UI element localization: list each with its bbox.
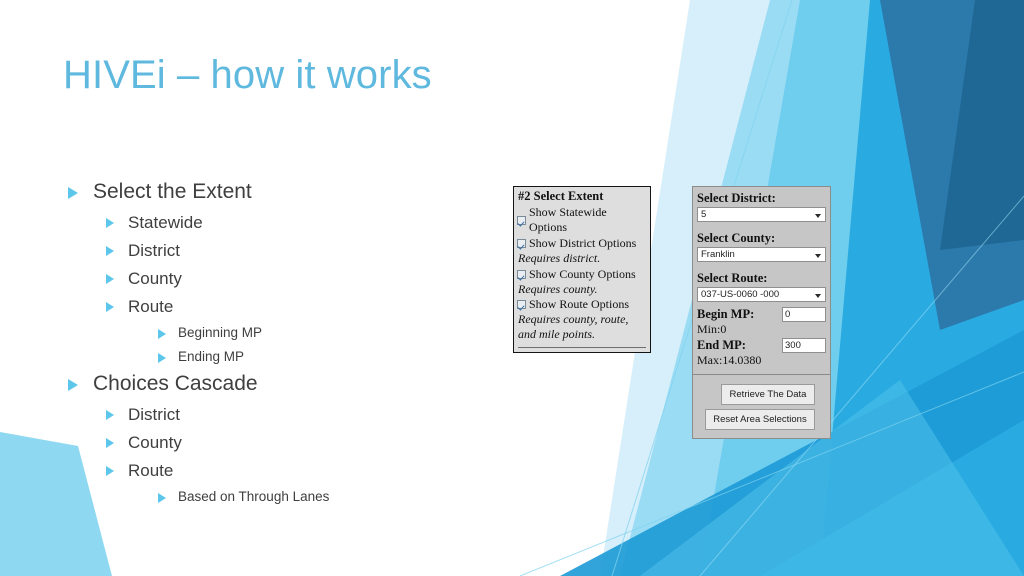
outline-item-label: Route (128, 461, 174, 480)
outline-item: District (60, 238, 480, 263)
outline-item-label: Statewide (128, 213, 203, 232)
begin-mp-label: Begin MP: (697, 307, 755, 321)
outline-item: Ending MP (60, 346, 480, 368)
bullet-triangle-icon (106, 466, 114, 476)
outline-item-label: Beginning MP (178, 325, 263, 340)
retrieve-the-data-button[interactable]: Retrieve The Data (721, 384, 815, 405)
outline-item-label: County (128, 269, 182, 288)
checkbox-checked-icon[interactable] (517, 239, 526, 248)
outline-item: County (60, 266, 480, 291)
select-district-value: 5 (701, 209, 707, 220)
show-county-options-label: Show County Options (529, 266, 636, 281)
bullet-triangle-icon (106, 218, 114, 228)
select-county-value: Franklin (701, 249, 735, 260)
outline-item-label: District (128, 241, 180, 260)
bullet-triangle-icon (68, 187, 78, 199)
panel-divider (518, 347, 646, 348)
bullet-triangle-icon (158, 493, 166, 503)
show-route-options-row[interactable]: Show Route Options (517, 297, 647, 312)
begin-mp-row: Begin MP: 0 (697, 306, 826, 322)
requires-route-note: Requires county, route, and mile points. (518, 312, 629, 341)
show-county-options-row[interactable]: Show County Options (517, 267, 647, 282)
outline-item: Beginning MP (60, 322, 480, 344)
begin-mp-min-text: Min:0 (697, 322, 727, 336)
select-route-dropdown[interactable]: 037-US-0060 -000 (697, 287, 826, 302)
show-district-options-row[interactable]: Show District Options (517, 236, 647, 251)
show-route-options-label: Show Route Options (529, 297, 630, 311)
reset-area-selections-button[interactable]: Reset Area Selections (705, 409, 815, 430)
outline-item: Choices Cascade (60, 370, 480, 398)
show-statewide-options-row[interactable]: Show Statewide Options (517, 205, 647, 235)
art-shape-bright-cyan (820, 0, 1024, 576)
select-route-label: Select Route: (697, 271, 768, 285)
bullet-triangle-icon (158, 329, 166, 339)
outline-item-label: Route (128, 297, 174, 316)
art-shape-lower-light (760, 420, 1024, 576)
select-county-dropdown[interactable]: Franklin (697, 247, 826, 262)
end-mp-row: End MP: 300 (697, 337, 826, 353)
outline-list: Select the Extent Statewide District Cou… (60, 178, 480, 510)
art-shape-steel-blue (880, 0, 1024, 330)
panel-actions: Retrieve The Data Reset Area Selections (697, 375, 826, 438)
begin-mp-input[interactable]: 0 (782, 306, 826, 322)
select-district-dropdown[interactable]: 5 (697, 207, 826, 222)
end-mp-label: End MP: (697, 338, 746, 352)
area-selection-panel: Select District: 5 Select County: Frankl… (692, 186, 831, 439)
outline-item: County (60, 430, 480, 455)
art-shape-deep-blue (940, 0, 1024, 250)
outline-item-label: Based on Through Lanes (178, 489, 330, 504)
requires-county-note: Requires county. (518, 281, 598, 296)
checkbox-checked-icon[interactable] (517, 300, 526, 309)
outline-item-label: Select the Extent (93, 180, 252, 203)
chevron-down-icon (815, 254, 821, 258)
outline-item-label: Ending MP (178, 349, 245, 364)
outline-item-label: Choices Cascade (93, 372, 258, 395)
select-district-label: Select District: (697, 191, 776, 205)
outline-item: Select the Extent (60, 178, 480, 206)
show-statewide-options-label: Show Statewide Options (529, 205, 607, 234)
select-route-value: 037-US-0060 -000 (701, 289, 780, 300)
slide-canvas: HIVEi – how it works Select the Extent S… (0, 0, 1024, 576)
chevron-down-icon (815, 294, 821, 298)
outline-item: Route (60, 294, 480, 319)
select-county-label: Select County: (697, 231, 776, 245)
bullet-triangle-icon (106, 246, 114, 256)
outline-item-label: County (128, 433, 182, 452)
outline-item: Statewide (60, 210, 480, 235)
outline-item: District (60, 402, 480, 427)
select-extent-panel: #2 Select Extent Show Statewide Options … (513, 186, 651, 353)
end-mp-max-text: Max:14.0380 (697, 353, 762, 367)
outline-item-label: District (128, 405, 180, 424)
bullet-triangle-icon (158, 353, 166, 363)
checkbox-checked-icon[interactable] (517, 215, 526, 225)
show-district-options-label: Show District Options (529, 236, 637, 250)
select-extent-panel-title: #2 Select Extent (518, 189, 604, 203)
requires-district-note: Requires district. (518, 251, 601, 265)
bullet-triangle-icon (68, 379, 78, 391)
bullet-triangle-icon (106, 410, 114, 420)
bullet-triangle-icon (106, 302, 114, 312)
checkbox-checked-icon[interactable] (517, 269, 526, 279)
chevron-down-icon (815, 214, 821, 218)
outline-item: Route (60, 458, 480, 483)
bullet-triangle-icon (106, 274, 114, 284)
outline-item: Based on Through Lanes (60, 486, 480, 508)
bullet-triangle-icon (106, 438, 114, 448)
end-mp-input[interactable]: 300 (782, 337, 826, 353)
slide-title: HIVEi – how it works (63, 53, 432, 97)
